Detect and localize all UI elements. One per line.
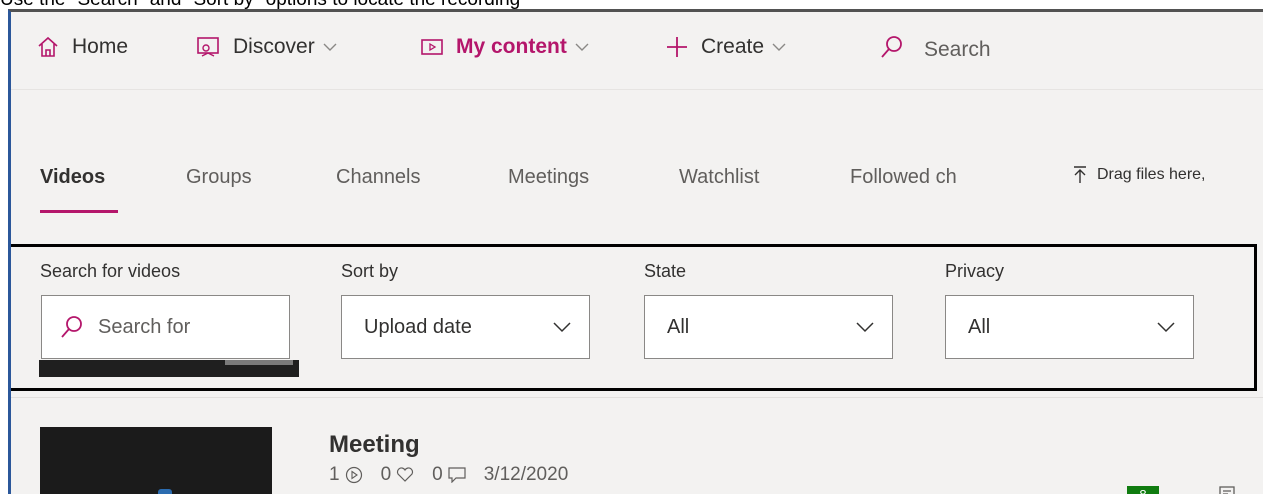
chevron-down-icon xyxy=(1157,320,1175,338)
plus-icon xyxy=(666,36,688,58)
chevron-down-icon xyxy=(772,43,786,52)
video-title[interactable]: Meeting xyxy=(329,431,420,459)
play-circle-icon xyxy=(345,466,362,484)
thumbnail-content xyxy=(158,489,172,494)
tab-meetings[interactable]: Meetings xyxy=(508,166,589,189)
upload-date: 3/12/2020 xyxy=(483,464,569,485)
more-options-icon[interactable] xyxy=(1218,484,1236,494)
privacy-dropdown[interactable]: All xyxy=(945,295,1194,359)
sort-by-label: Sort by xyxy=(341,261,399,281)
video-thumbnail[interactable] xyxy=(40,427,272,494)
comment-count: 0 xyxy=(432,464,466,486)
video-stats: 1 0 0 3/12/2020 xyxy=(329,464,586,486)
video-thumbnail-partial xyxy=(39,360,299,377)
content-tabs: Videos Groups Channels Meetings Watchlis… xyxy=(11,160,1263,220)
privacy-label: Privacy xyxy=(945,261,1005,281)
active-tab-indicator xyxy=(40,210,118,213)
tab-watchlist[interactable]: Watchlist xyxy=(679,166,759,189)
sort-by-dropdown[interactable]: Upload date xyxy=(341,295,590,359)
filter-panel: Search for videos Search for Sort by Upl… xyxy=(11,244,1257,391)
search-icon xyxy=(60,315,84,339)
upload-hint-label: Drag files here, xyxy=(1097,166,1206,183)
upload-drop-hint[interactable]: Drag files here, xyxy=(1073,166,1206,184)
nav-create[interactable]: Create xyxy=(666,32,786,62)
nav-discover-label: Discover xyxy=(233,35,315,58)
nav-my-content-label: My content xyxy=(456,35,567,58)
like-count: 0 xyxy=(381,464,415,486)
search-videos-input[interactable]: Search for xyxy=(41,295,290,359)
state-label: State xyxy=(644,261,687,281)
home-icon xyxy=(37,36,59,58)
nav-home[interactable]: Home xyxy=(37,32,128,62)
search-icon xyxy=(880,35,904,59)
chevron-down-icon xyxy=(553,320,571,338)
nav-create-label: Create xyxy=(701,35,765,58)
chevron-down-icon xyxy=(856,320,874,338)
nav-search[interactable]: Search xyxy=(880,32,991,62)
search-videos-label: Search for videos xyxy=(40,261,181,281)
video-icon xyxy=(421,38,443,56)
state-dropdown[interactable]: All xyxy=(644,295,893,359)
tab-groups[interactable]: Groups xyxy=(186,166,252,189)
chevron-down-icon xyxy=(575,43,589,52)
top-navigation-bar: Home Discover My content Create Search xyxy=(11,12,1263,90)
privacy-value: All xyxy=(968,315,991,338)
video-list: Meeting 1 0 0 3/12/2020 8 xyxy=(11,397,1263,494)
nav-my-content[interactable]: My content xyxy=(421,32,589,62)
nav-discover[interactable]: Discover xyxy=(196,32,337,62)
sort-by-value: Upload date xyxy=(364,315,472,338)
tab-videos[interactable]: Videos xyxy=(40,166,105,189)
tab-channels[interactable]: Channels xyxy=(336,166,421,189)
stream-app-window: Home Discover My content Create Search V… xyxy=(8,9,1263,494)
view-count: 1 xyxy=(329,464,363,486)
instruction-caption: Use the "Search" and "Sort by" options t… xyxy=(0,0,520,9)
state-value: All xyxy=(667,315,690,338)
search-videos-placeholder: Search for xyxy=(98,315,191,338)
comment-icon xyxy=(448,467,466,483)
status-badge: 8 xyxy=(1127,486,1159,494)
nav-home-label: Home xyxy=(72,35,129,58)
nav-search-placeholder: Search xyxy=(924,38,991,61)
heart-icon xyxy=(397,467,414,482)
tab-followed-channels[interactable]: Followed ch xyxy=(850,166,957,189)
discover-icon xyxy=(196,36,220,58)
upload-arrow-icon xyxy=(1073,166,1087,184)
chevron-down-icon xyxy=(323,43,337,52)
